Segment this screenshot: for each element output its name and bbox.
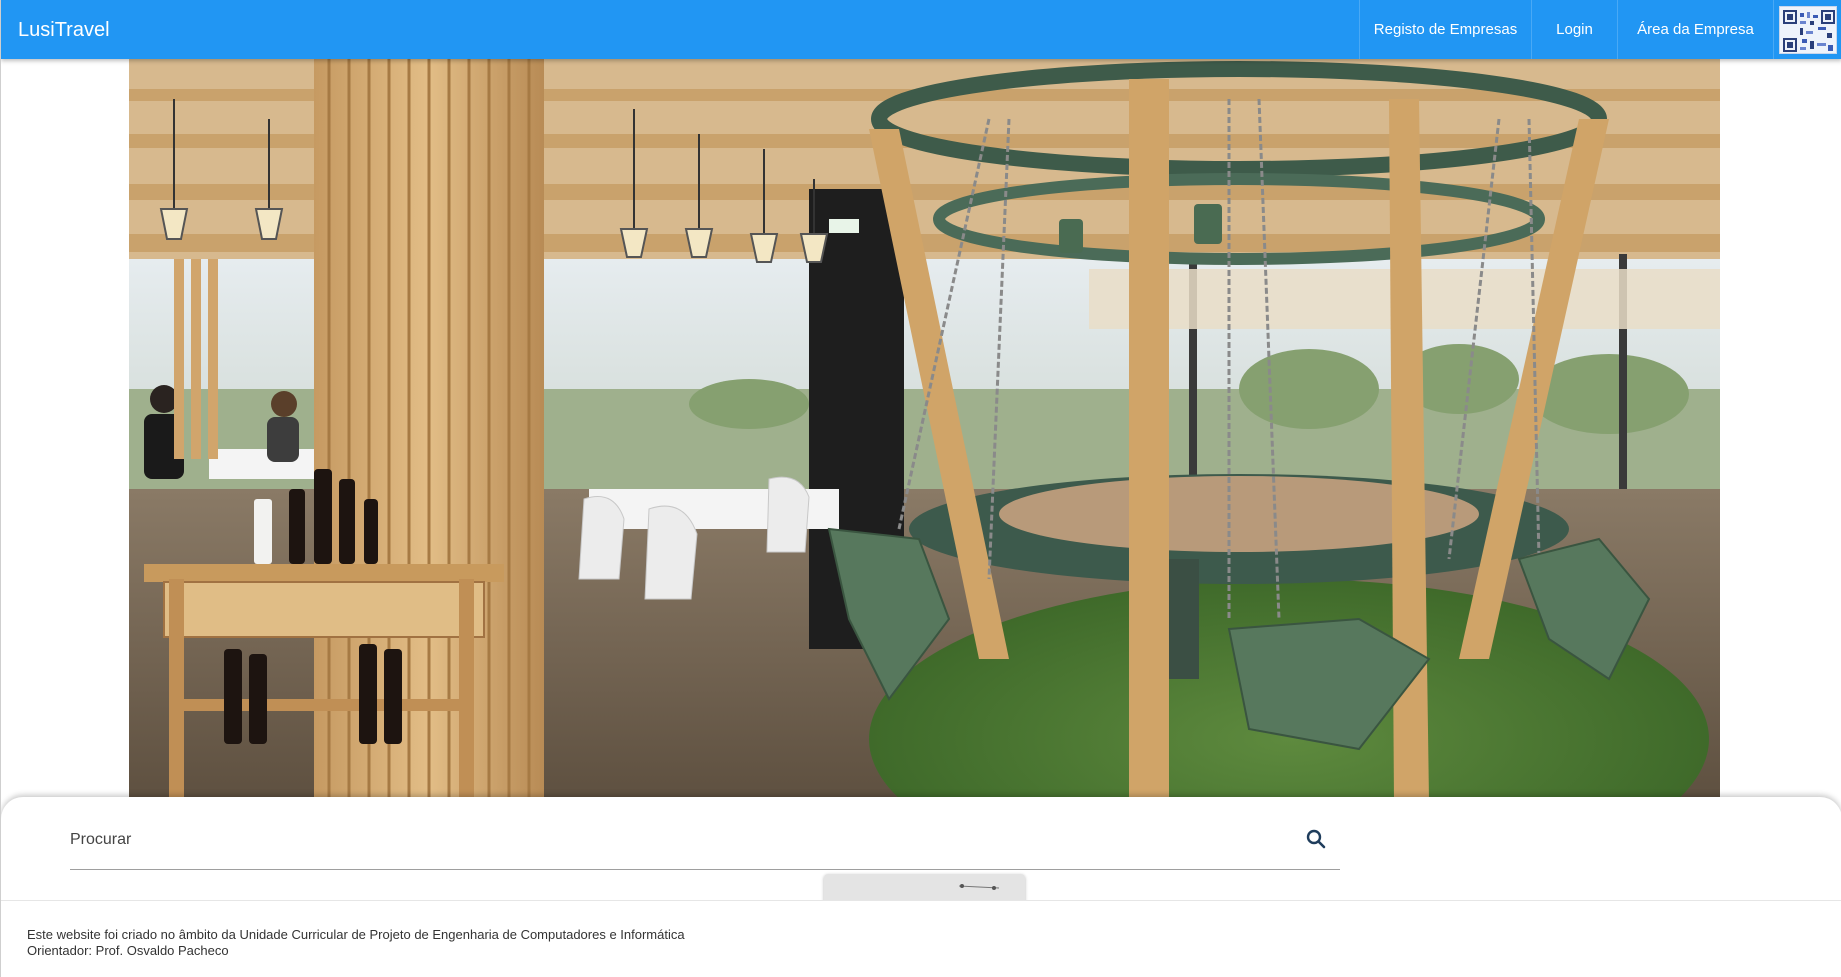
search-field — [70, 819, 1340, 870]
restaurant-interior-illustration — [129, 59, 1720, 801]
hero-image — [129, 59, 1720, 801]
footer-line-1: Este website foi criado no âmbito da Uni… — [27, 927, 685, 942]
qr-code-avatar-icon — [1779, 5, 1837, 54]
footer-line-2: Orientador: Prof. Osvaldo Pacheco — [27, 943, 229, 958]
page: LusiTravel Registo de Empresas Login Áre… — [0, 0, 1841, 977]
footer-text: Este website foi criado no âmbito da Uni… — [27, 927, 685, 959]
top-nav: Registo de Empresas Login Área da Empres… — [1359, 0, 1841, 59]
footer: Este website foi criado no âmbito da Uni… — [1, 900, 1841, 977]
search-icon[interactable] — [1304, 827, 1328, 851]
result-card-thumbnail[interactable] — [824, 874, 1025, 902]
nav-login[interactable]: Login — [1531, 0, 1617, 59]
nav-area-empresa[interactable]: Área da Empresa — [1617, 0, 1773, 59]
search-input[interactable] — [70, 819, 1290, 861]
avatar-button[interactable] — [1773, 0, 1841, 59]
app-title[interactable]: LusiTravel — [18, 18, 110, 42]
nav-registo-empresas[interactable]: Registo de Empresas — [1359, 0, 1531, 59]
app-bar: LusiTravel Registo de Empresas Login Áre… — [1, 0, 1841, 59]
